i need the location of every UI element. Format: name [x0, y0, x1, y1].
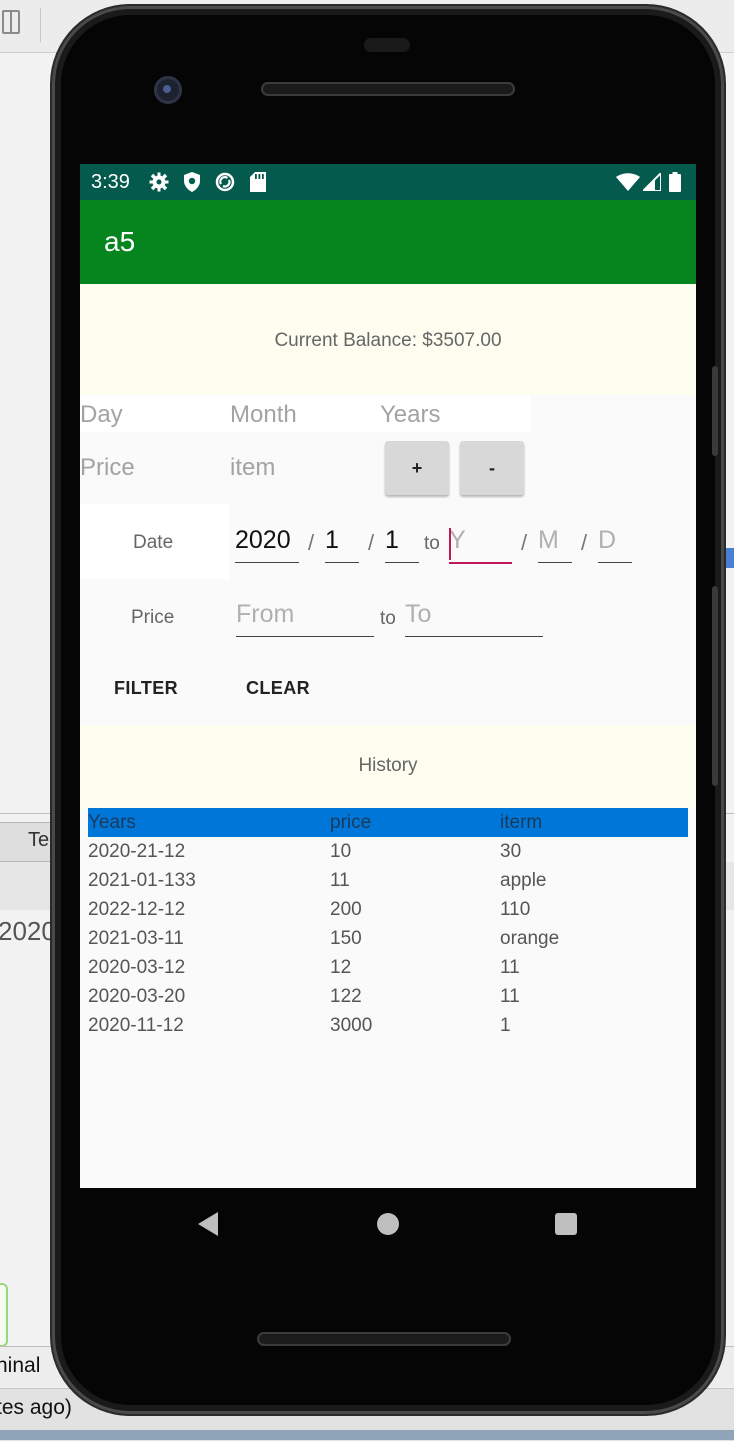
- bottom-speaker: [257, 1332, 511, 1346]
- ide-status-strip: [0, 1430, 734, 1440]
- ide-green-marker: [0, 1283, 8, 1347]
- proximity-sensor: [364, 38, 410, 52]
- wifi-icon: [616, 172, 640, 192]
- to-year-placeholder: Y: [449, 526, 466, 554]
- date-separator: /: [581, 530, 588, 555]
- ide-tab-label: Te: [28, 829, 50, 851]
- table-cell-date: 2021-01-133: [88, 870, 196, 891]
- add-button[interactable]: +: [385, 441, 449, 495]
- signal-icon: [642, 172, 662, 192]
- current-balance: Current Balance: $3507.00: [274, 330, 502, 351]
- table-cell-date: 2021-03-11: [88, 928, 184, 949]
- price-input[interactable]: Price: [80, 454, 135, 482]
- table-cell-date: 2022-12-12: [88, 899, 186, 920]
- column-header-item: iterm: [500, 812, 543, 833]
- table-cell-item: 110: [500, 899, 531, 920]
- to-day-placeholder: D: [598, 526, 617, 554]
- table-header: [88, 808, 688, 837]
- power-button: [712, 586, 718, 786]
- history-title: History: [358, 755, 418, 776]
- table-cell-item: 30: [500, 841, 522, 862]
- ide-scroll-marker: [724, 548, 734, 568]
- table-cell-item: orange: [500, 928, 560, 949]
- status-time: 3:39: [91, 171, 130, 193]
- from-day-value: 1: [385, 526, 399, 554]
- clear-button[interactable]: CLEAR: [246, 678, 310, 699]
- item-input[interactable]: item: [230, 454, 275, 482]
- back-icon[interactable]: [198, 1212, 218, 1236]
- earpiece-speaker: [261, 82, 515, 96]
- recents-icon[interactable]: [555, 1213, 577, 1235]
- table-cell-price: 11: [330, 870, 350, 891]
- filter-button[interactable]: FILTER: [114, 678, 178, 699]
- app-toolbar: a5: [80, 200, 696, 284]
- price-from-placeholder: From: [236, 600, 295, 628]
- table-cell-price: 150: [330, 928, 362, 949]
- to-year-field[interactable]: Y: [449, 526, 512, 564]
- entry-row-background: [80, 395, 530, 432]
- table-cell-item: apple: [500, 870, 547, 891]
- from-year-field[interactable]: 2020: [235, 526, 299, 563]
- ide-tab[interactable]: Te: [0, 822, 60, 862]
- day-input[interactable]: Day: [80, 401, 123, 429]
- price-from-field[interactable]: From: [236, 600, 374, 637]
- price-to-placeholder: To: [405, 600, 432, 628]
- sd-card-icon: [248, 172, 268, 192]
- table-cell-date: 2020-03-12: [88, 957, 186, 978]
- table-cell-item: 11: [500, 986, 520, 1007]
- from-month-value: 1: [325, 526, 339, 554]
- table-cell-price: 200: [330, 899, 362, 920]
- years-input[interactable]: Years: [380, 401, 441, 429]
- terminal-tab[interactable]: ninal: [0, 1354, 40, 1378]
- front-camera-icon: [154, 76, 182, 104]
- month-input[interactable]: Month: [230, 401, 297, 429]
- toolbar-divider: [40, 8, 41, 42]
- table-cell-price: 10: [330, 841, 352, 862]
- table-cell-price: 12: [330, 957, 352, 978]
- sync-icon: [215, 172, 235, 192]
- date-to-label: to: [424, 533, 440, 554]
- column-header-price: price: [330, 812, 372, 833]
- to-month-field[interactable]: M: [538, 526, 572, 563]
- ide-side-text: 2020: [0, 916, 56, 946]
- subtract-button[interactable]: -: [460, 441, 524, 495]
- date-separator: /: [368, 530, 375, 555]
- text-cursor: [449, 528, 451, 560]
- from-month-field[interactable]: 1: [325, 526, 359, 563]
- price-to-label: to: [380, 608, 396, 629]
- table-cell-item: 11: [500, 957, 520, 978]
- table-cell-price: 122: [330, 986, 362, 1007]
- volume-button: [712, 366, 718, 456]
- from-day-field[interactable]: 1: [385, 526, 419, 563]
- shield-icon: [182, 172, 202, 192]
- to-day-field[interactable]: D: [598, 526, 632, 563]
- app-title: a5: [104, 226, 136, 257]
- price-filter-label: Price: [131, 607, 175, 628]
- home-icon[interactable]: [377, 1213, 399, 1235]
- gear-icon: [149, 172, 169, 192]
- table-cell-date: 2020-11-12: [88, 1015, 184, 1036]
- system-nav-bar: [80, 1188, 696, 1260]
- date-separator: /: [521, 530, 528, 555]
- table-cell-date: 2020-21-12: [88, 841, 186, 862]
- battery-icon: [668, 172, 682, 192]
- panel-layout-icon[interactable]: [2, 10, 20, 34]
- from-year-value: 2020: [235, 526, 291, 554]
- date-filter-label: Date: [133, 532, 174, 553]
- to-month-placeholder: M: [538, 526, 559, 554]
- date-separator: /: [308, 530, 315, 555]
- phone-screen: 3:39 a5 Current Balance: $3507.00 Day Mo…: [80, 164, 696, 1188]
- price-to-field[interactable]: To: [405, 600, 543, 637]
- ide-status-text: tes ago): [0, 1396, 72, 1419]
- column-header-years: Years: [88, 812, 136, 833]
- table-cell-price: 3000: [330, 1015, 373, 1036]
- status-bar: 3:39: [80, 164, 696, 200]
- table-cell-date: 2020-03-20: [88, 986, 186, 1007]
- table-cell-item: 1: [500, 1015, 511, 1036]
